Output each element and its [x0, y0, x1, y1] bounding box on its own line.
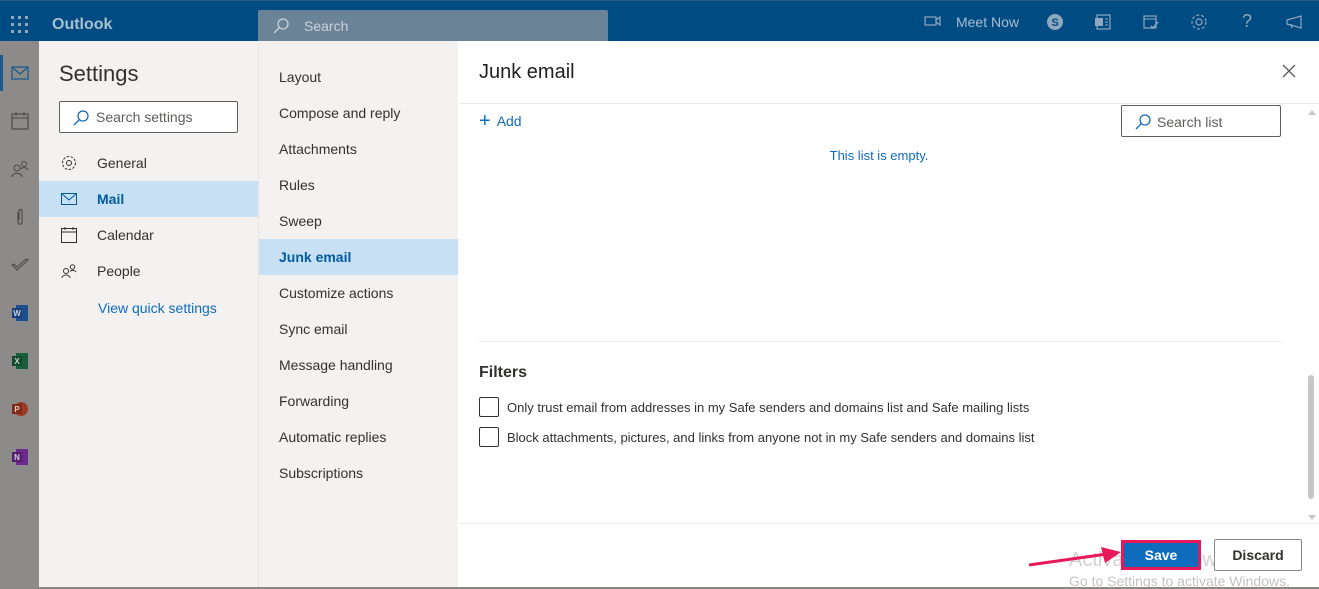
settings-gear-icon[interactable] — [1175, 1, 1223, 42]
search-icon — [1134, 113, 1152, 136]
svg-text:P: P — [14, 405, 20, 414]
pane-title: Junk email — [479, 61, 575, 83]
scrollbar[interactable] — [1305, 104, 1319, 524]
plus-icon: + — [479, 110, 491, 132]
checkbox[interactable] — [479, 397, 499, 417]
scroll-up-arrow[interactable] — [1308, 110, 1316, 115]
nav-automatic-replies[interactable]: Automatic replies — [259, 419, 458, 455]
onenote-icon[interactable]: N — [10, 447, 30, 467]
nav-compose-and-reply[interactable]: Compose and reply — [259, 95, 458, 131]
settings-categories: Settings Search settings General Mail Ca… — [39, 41, 258, 587]
help-icon[interactable]: ? — [1223, 1, 1271, 42]
footer-divider — [459, 523, 1319, 524]
svg-text:N: N — [14, 453, 20, 462]
nav-rules[interactable]: Rules — [259, 167, 458, 203]
checkbox[interactable] — [479, 427, 499, 447]
annotation-arrow — [1027, 545, 1123, 574]
search-icon — [72, 109, 90, 132]
todo-check-icon[interactable] — [10, 255, 30, 275]
svg-text:W: W — [13, 309, 21, 318]
category-label: People — [97, 263, 141, 279]
mail-icon[interactable] — [10, 63, 30, 83]
discard-button[interactable]: Discard — [1214, 539, 1302, 571]
junk-email-pane: Junk email + Add Search list This list i… — [459, 41, 1319, 589]
category-people[interactable]: People — [39, 253, 258, 289]
nav-forwarding[interactable]: Forwarding — [259, 383, 458, 419]
nav-sweep[interactable]: Sweep — [259, 203, 458, 239]
category-general[interactable]: General — [39, 145, 258, 181]
category-label: General — [97, 155, 147, 171]
add-label: Add — [496, 113, 522, 129]
mail-icon — [61, 193, 85, 205]
filter-block-attachments[interactable]: Block attachments, pictures, and links f… — [479, 427, 1034, 447]
filter-safe-senders-only[interactable]: Only trust email from addresses in my Sa… — [479, 397, 1029, 417]
people-icon — [61, 263, 85, 279]
onenote-feed-icon[interactable] — [1079, 1, 1127, 42]
search-placeholder: Search — [304, 18, 349, 34]
checkbox-label: Only trust email from addresses in my Sa… — [507, 399, 1030, 415]
meet-now-label: Meet Now — [955, 13, 1019, 30]
settings-title: Settings — [59, 61, 139, 86]
nav-layout[interactable]: Layout — [259, 59, 458, 95]
scrollbar-thumb[interactable] — [1308, 375, 1314, 499]
checkbox-label: Block attachments, pictures, and links f… — [507, 429, 1035, 445]
nav-junk-email[interactable]: Junk email — [259, 239, 458, 275]
category-label: Calendar — [97, 227, 154, 243]
empty-list-message: This list is empty. — [829, 148, 929, 163]
category-mail[interactable]: Mail — [39, 181, 258, 217]
files-attachment-icon[interactable] — [10, 207, 30, 227]
filters-heading: Filters — [479, 364, 528, 381]
svg-text:S: S — [1051, 17, 1058, 29]
waffle-icon[interactable] — [11, 16, 29, 34]
section-divider — [479, 341, 1282, 342]
search-icon — [272, 17, 290, 40]
word-icon[interactable]: W — [10, 303, 30, 323]
close-icon[interactable] — [1281, 63, 1297, 79]
people-icon[interactable] — [10, 159, 30, 179]
search-list-placeholder: Search list — [1157, 114, 1223, 130]
search-list-input[interactable]: Search list — [1121, 105, 1281, 137]
view-quick-settings-link[interactable]: View quick settings — [98, 300, 217, 316]
header-actions: Meet Now S ? — [924, 1, 1319, 42]
scroll-down-arrow[interactable] — [1308, 515, 1316, 520]
meet-now-button[interactable]: Meet Now — [924, 14, 1019, 30]
save-button[interactable]: Save — [1121, 540, 1201, 570]
skype-icon[interactable]: S — [1031, 1, 1079, 42]
top-bar: Outlook Search Meet Now S ? — [0, 0, 1319, 42]
active-indicator — [0, 55, 3, 91]
calendar-icon — [61, 227, 85, 243]
search-settings-placeholder: Search settings — [96, 109, 193, 125]
video-icon — [924, 14, 942, 30]
nav-customize-actions[interactable]: Customize actions — [259, 275, 458, 311]
app-name[interactable]: Outlook — [52, 16, 112, 34]
app-bar: W X P N — [0, 41, 40, 587]
calendar-icon[interactable] — [10, 111, 30, 131]
nav-attachments[interactable]: Attachments — [259, 131, 458, 167]
category-label: Mail — [97, 191, 125, 207]
category-calendar[interactable]: Calendar — [39, 217, 258, 253]
gear-icon — [61, 155, 85, 171]
add-button[interactable]: + Add — [479, 110, 522, 132]
nav-subscriptions[interactable]: Subscriptions — [259, 455, 458, 491]
feedback-megaphone-icon[interactable] — [1271, 1, 1319, 42]
nav-message-handling[interactable]: Message handling — [259, 347, 458, 383]
my-day-icon[interactable] — [1127, 1, 1175, 42]
settings-dialog: Settings Search settings General Mail Ca… — [39, 41, 1319, 589]
nav-sync-email[interactable]: Sync email — [259, 311, 458, 347]
header-divider — [459, 103, 1319, 104]
search-box[interactable]: Search — [258, 10, 608, 42]
search-settings-input[interactable]: Search settings — [59, 101, 238, 133]
svg-text:X: X — [14, 357, 20, 366]
excel-icon[interactable]: X — [10, 351, 30, 371]
mail-settings-nav: Layout Compose and reply Attachments Rul… — [258, 41, 458, 587]
powerpoint-icon[interactable]: P — [10, 399, 30, 419]
